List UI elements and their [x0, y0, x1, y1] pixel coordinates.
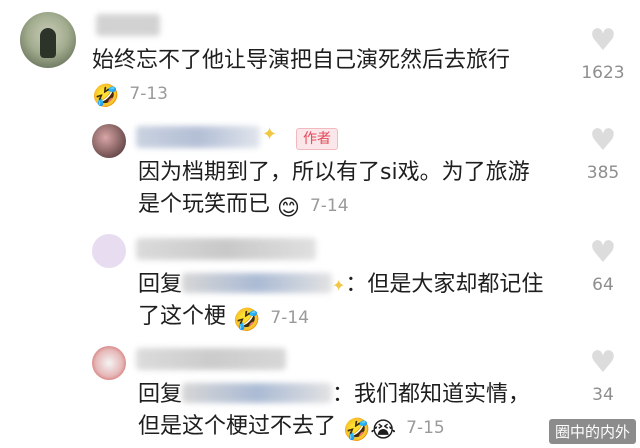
comment-text: 回复 ：我们都知道实情，	[138, 382, 531, 407]
sparkle-icon: ✦	[262, 124, 278, 145]
author-badge: 作者	[296, 128, 338, 150]
username-blurred[interactable]	[136, 348, 286, 370]
username-blurred[interactable]	[96, 14, 160, 36]
laugh-cry-emoji-icon: 🤣	[233, 308, 261, 333]
comment-3: 回复 ✦：但是大家却都记住 了这个梗 🤣 7-14 ♥ 64	[0, 230, 640, 340]
cry-emoji-icon: 😭	[370, 418, 397, 443]
like-count: 385	[586, 163, 620, 183]
like-count: 34	[592, 385, 614, 405]
watermark: 圈中的内外	[548, 419, 636, 444]
laugh-cry-emoji-icon: 🤣	[92, 84, 120, 109]
username-blurred[interactable]	[136, 238, 316, 260]
comment-meta: 🤣 7-13	[92, 76, 168, 111]
avatar[interactable]	[92, 346, 126, 380]
comment-4: 回复 ：我们都知道实情， 但是这个梗过不去了 🤣😭 7-15 ♥ 34	[0, 340, 640, 448]
comment-text-line2: 了这个梗 🤣 7-14	[138, 304, 310, 333]
like-button[interactable]: ♥ 1623	[568, 26, 638, 84]
avatar[interactable]	[92, 124, 126, 158]
username-blurred[interactable]	[136, 126, 260, 148]
avatar[interactable]	[92, 234, 126, 268]
comment-text: 回复 ✦：但是大家却都记住	[138, 272, 544, 297]
comment-date: 7-15	[406, 418, 445, 438]
mention-blurred[interactable]	[182, 383, 333, 403]
like-button[interactable]: ♥ 34	[568, 348, 638, 406]
heart-icon: ♥	[589, 235, 617, 270]
mention-blurred[interactable]	[182, 273, 333, 293]
heart-icon: ♥	[589, 23, 617, 58]
comment-text-line2: 是个玩笑而已 😊 7-14	[138, 192, 349, 221]
comment-text-line2: 但是这个梗过不去了 🤣😭 7-15	[138, 414, 445, 443]
avatar[interactable]	[20, 12, 76, 68]
comment-1: 始终忘不了他让导演把自己演死然后去旅行 🤣 7-13 ♥ 1623	[0, 0, 640, 118]
comment-2: ✦ 作者 因为档期到了，所以有了si戏。为了旅游 是个玩笑而已 😊 7-14 ♥ …	[0, 118, 640, 230]
comment-date: 7-13	[129, 84, 168, 104]
heart-icon: ♥	[589, 123, 617, 158]
laugh-cry-emoji-icon: 🤣	[343, 418, 371, 443]
comment-date: 7-14	[270, 308, 310, 328]
sparkle-icon: ✦	[332, 276, 346, 295]
comment-text: 因为档期到了，所以有了si戏。为了旅游	[138, 160, 530, 185]
like-button[interactable]: ♥ 385	[568, 126, 638, 184]
like-count: 1623	[581, 63, 625, 83]
comment-text: 始终忘不了他让导演把自己演死然后去旅行	[92, 48, 511, 73]
smile-emoji-icon: 😊	[277, 196, 300, 221]
like-button[interactable]: ♥ 64	[568, 238, 638, 296]
like-count: 64	[592, 275, 614, 295]
heart-icon: ♥	[589, 345, 617, 380]
comment-date: 7-14	[309, 196, 349, 216]
